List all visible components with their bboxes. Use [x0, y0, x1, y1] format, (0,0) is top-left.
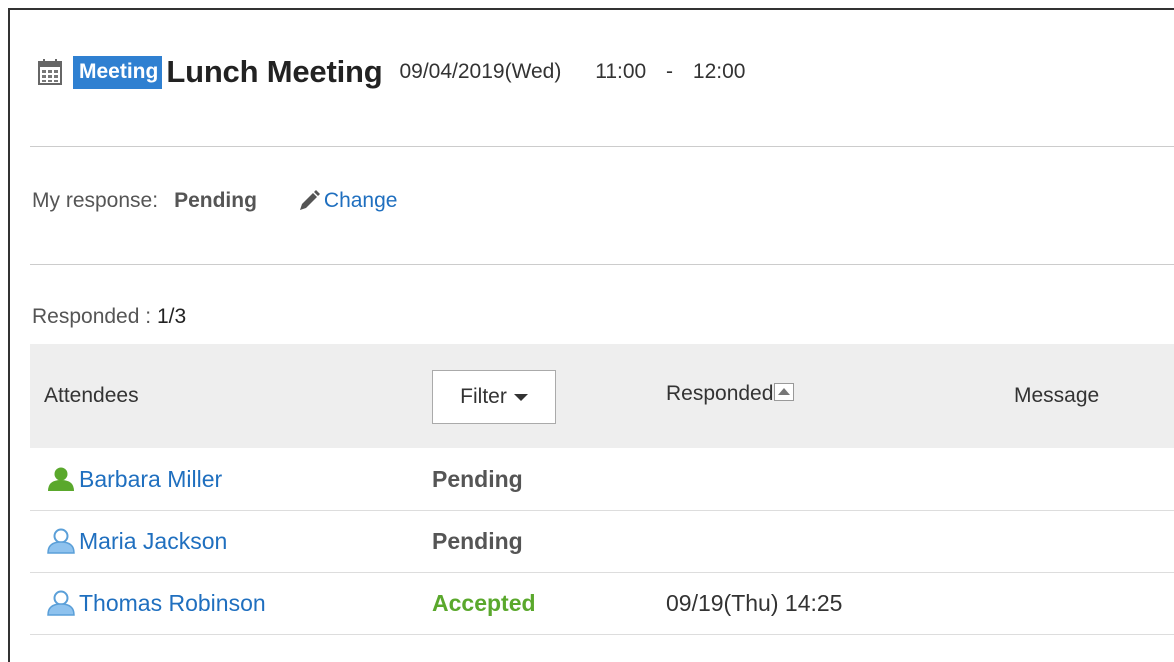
attendee-cell: Thomas Robinson — [46, 572, 266, 634]
my-response-label: My response: — [32, 189, 159, 212]
responded-summary: Responded : 1/3 — [32, 305, 186, 329]
event-datetime: 09/04/2019(Wed) 11:00 - 12:00 — [399, 60, 745, 84]
event-title-row: Meeting Lunch Meeting 09/04/2019(Wed) 11… — [38, 50, 745, 94]
event-title: Lunch Meeting — [166, 54, 383, 89]
attendee-status: Pending — [432, 527, 523, 554]
time-separator: - — [666, 60, 674, 83]
user-icon — [46, 466, 76, 492]
table-row: Maria Jackson Pending — [30, 510, 1174, 573]
responded-summary-label: Responded : — [32, 305, 152, 328]
pencil-icon[interactable] — [297, 189, 321, 213]
user-icon — [46, 528, 76, 554]
table-row: Thomas Robinson Accepted 09/19(Thu) 14:2… — [30, 572, 1174, 635]
caret-down-icon — [513, 393, 528, 401]
change-response-link[interactable]: Change — [324, 189, 398, 213]
user-icon — [46, 590, 76, 616]
filter-label: Filter — [460, 385, 507, 408]
my-response-row: My response: Pending Change — [32, 183, 397, 219]
filter-dropdown-button[interactable]: Filter — [432, 370, 556, 424]
attendee-status: Accepted — [432, 589, 536, 616]
attendee-responded-time: 09/19(Thu) 14:25 — [666, 589, 843, 616]
attendee-cell: Maria Jackson — [46, 510, 227, 572]
my-response-value: Pending — [174, 189, 257, 212]
table-row: Barbara Miller Pending — [30, 448, 1174, 511]
event-start-time: 11:00 — [595, 60, 647, 83]
divider — [30, 146, 1174, 147]
attendee-name-link[interactable]: Barbara Miller — [79, 466, 222, 493]
attendee-cell: Barbara Miller — [46, 448, 222, 510]
event-type-badge: Meeting — [73, 55, 163, 89]
divider — [30, 264, 1174, 265]
responded-header[interactable]: Responded — [666, 382, 795, 406]
event-date: 09/04/2019(Wed) — [399, 60, 562, 83]
attendee-status: Pending — [432, 465, 523, 492]
table-header: Attendees Filter Responded Message — [30, 344, 1174, 448]
attendees-header: Attendees — [44, 384, 139, 407]
responded-header-label: Responded — [666, 382, 774, 405]
responded-summary-value: 1/3 — [156, 305, 187, 328]
attendee-name-link[interactable]: Maria Jackson — [79, 528, 227, 555]
event-end-time: 12:00 — [692, 60, 746, 83]
attendee-name-link[interactable]: Thomas Robinson — [79, 590, 266, 617]
message-header: Message — [1014, 384, 1100, 407]
calendar-icon — [38, 59, 62, 85]
sort-ascending-icon[interactable] — [774, 383, 795, 401]
